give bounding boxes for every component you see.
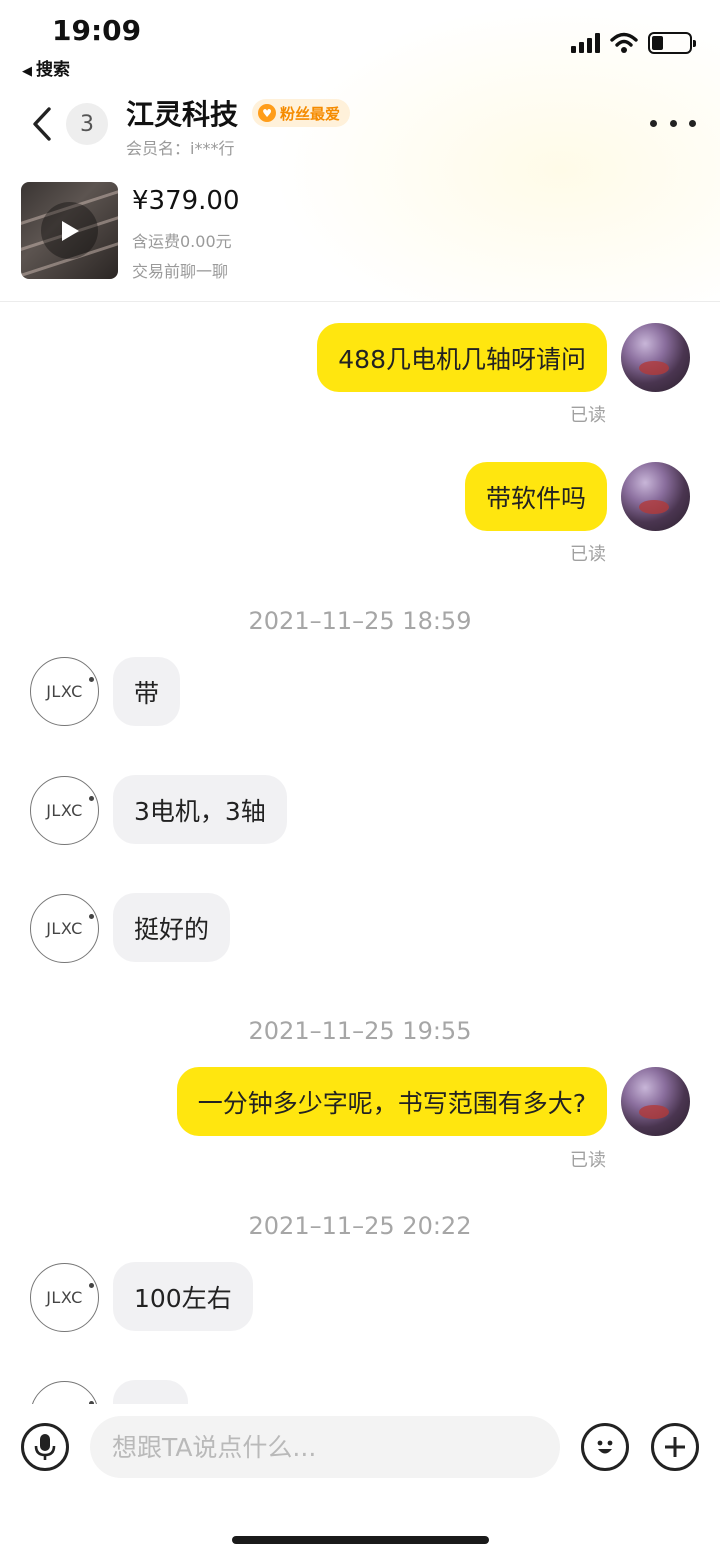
fan-favorite-badge: ♥ 粉丝最爱: [252, 99, 351, 127]
product-thumbnail[interactable]: [21, 182, 118, 279]
status-back-to-search[interactable]: ◀ 搜索: [22, 55, 70, 80]
status-back-label: 搜索: [36, 60, 70, 80]
status-icons: [571, 30, 696, 56]
read-status: 已读: [570, 405, 606, 426]
fan-badge-label: 粉丝最爱: [280, 104, 341, 123]
read-status: 已读: [570, 544, 606, 565]
emoji-icon: [597, 1440, 613, 1454]
signal-icon: [571, 33, 600, 53]
back-button[interactable]: [24, 104, 60, 144]
my-avatar[interactable]: [621, 323, 690, 392]
member-name: 会员名：i***行: [126, 139, 235, 158]
plus-icon: [665, 1437, 685, 1457]
wifi-icon: [610, 32, 638, 53]
message-timestamp: 2021–11–25 18:59: [248, 607, 472, 635]
status-time: 19:09: [52, 14, 142, 47]
incoming-message-bubble[interactable]: 3电机，3轴: [113, 775, 287, 844]
incoming-message-bubble[interactable]: 带: [113, 657, 181, 726]
play-icon[interactable]: [41, 202, 98, 259]
shipping-info: 含运费0.00元: [132, 232, 232, 251]
outgoing-message-bubble[interactable]: 488几电机几轴呀请问: [317, 323, 607, 392]
more-dot: [689, 119, 696, 127]
my-avatar[interactable]: [621, 462, 690, 531]
back-triangle-icon: ◀: [22, 64, 32, 79]
pre-trade-chat-hint: 交易前聊一聊: [132, 262, 229, 281]
product-price: ¥379.00: [132, 186, 240, 216]
shop-avatar[interactable]: JLXC: [30, 894, 99, 963]
outgoing-message-bubble[interactable]: 一分钟多少字呢，书写范围有多大?: [176, 1067, 607, 1136]
incoming-message-bubble[interactable]: 100左右: [113, 1262, 253, 1331]
battery-icon: [648, 32, 696, 54]
shop-name[interactable]: 江灵科技: [126, 93, 238, 133]
more-dot: [669, 119, 677, 127]
heart-shield-icon: ♥: [258, 104, 276, 122]
chevron-left-icon: [33, 107, 51, 141]
unread-count-badge[interactable]: 3: [66, 103, 108, 145]
my-avatar[interactable]: [621, 1067, 690, 1136]
read-status: 已读: [570, 1150, 606, 1171]
message-timestamp: 2021–11–25 19:55: [248, 1017, 472, 1045]
add-button[interactable]: [651, 1423, 699, 1471]
home-indicator[interactable]: [232, 1536, 489, 1544]
shop-avatar[interactable]: JLXC: [30, 776, 99, 845]
chat-header-area: 19:09 ◀ 搜索 3 江灵科技 ♥ 粉丝最爱 会员名：i***行 ¥379.0…: [0, 0, 720, 302]
incoming-message-bubble[interactable]: 挺好的: [113, 893, 231, 962]
more-dot: [650, 119, 657, 127]
voice-button[interactable]: [21, 1423, 69, 1471]
shop-avatar[interactable]: JLXC: [30, 1263, 99, 1332]
outgoing-message-bubble[interactable]: 带软件吗: [464, 462, 607, 531]
shop-avatar[interactable]: JLXC: [30, 657, 99, 726]
more-options-button[interactable]: [650, 110, 696, 136]
message-input[interactable]: [90, 1416, 560, 1478]
message-timestamp: 2021–11–25 20:22: [248, 1212, 472, 1240]
emoji-button[interactable]: [581, 1423, 629, 1471]
microphone-icon: [34, 1434, 56, 1460]
